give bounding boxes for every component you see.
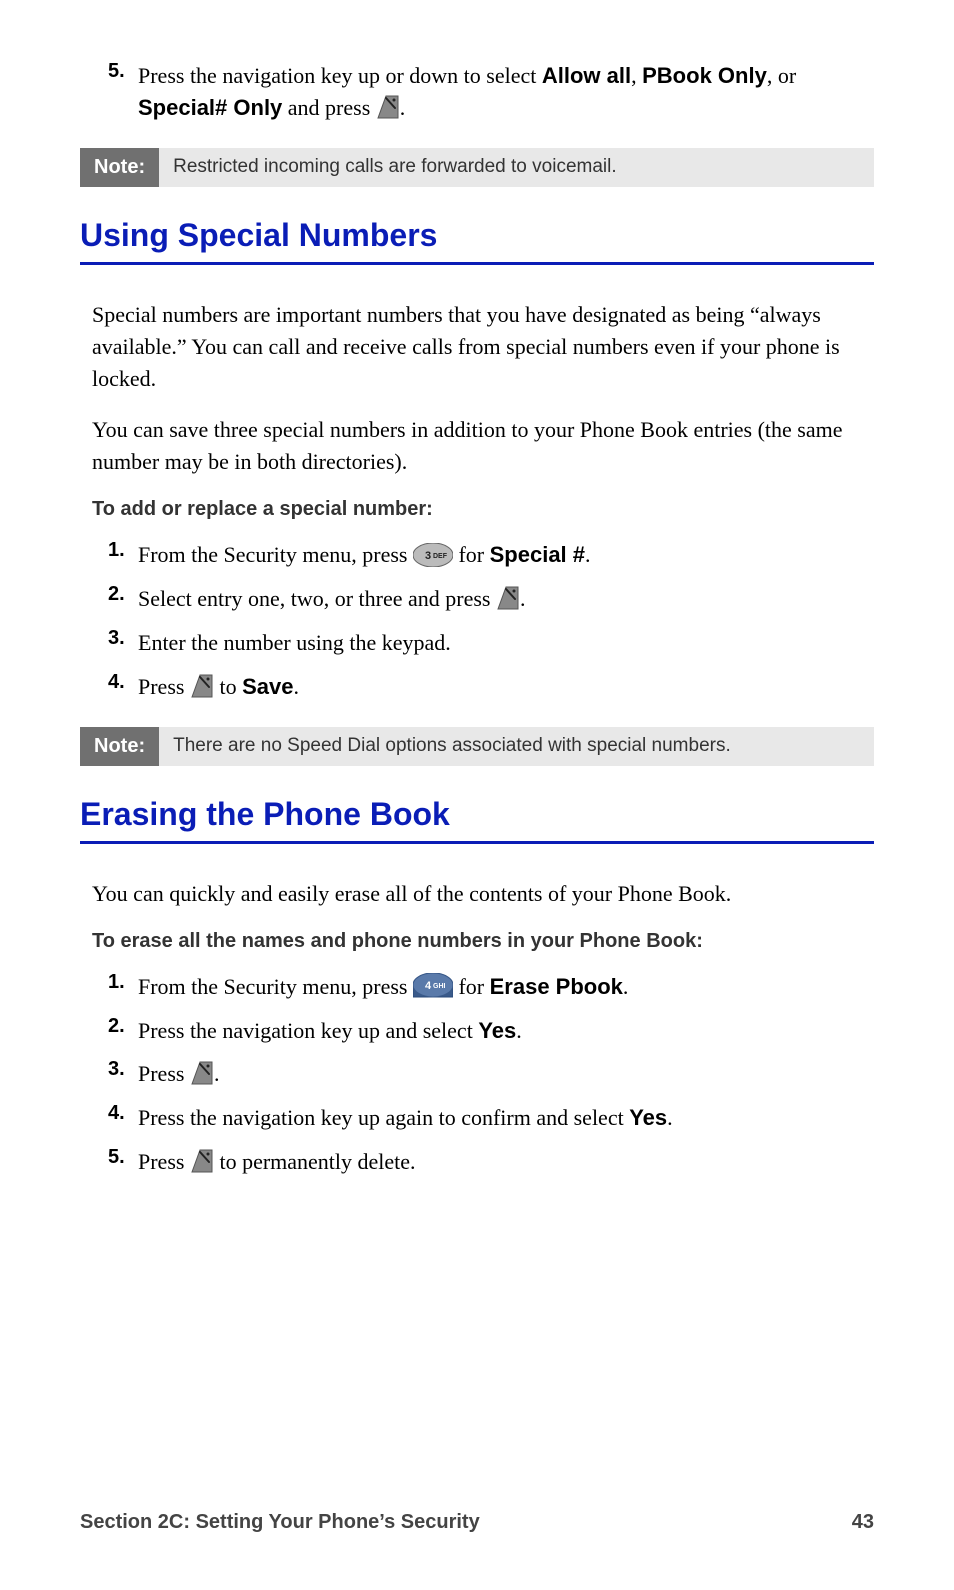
step-number: 3. <box>108 1058 138 1090</box>
key-4-icon <box>413 973 453 999</box>
list-item: 5. Press to permanently delete. <box>80 1146 874 1178</box>
step-text: Enter the number using the keypad. <box>138 627 451 659</box>
page-footer: Section 2C: Setting Your Phone’s Securit… <box>80 1511 874 1534</box>
heading-using-special-numbers: Using Special Numbers <box>80 217 874 265</box>
step-text: From the Security menu, press for Erase … <box>138 971 628 1003</box>
step-text: Press the navigation key up and select Y… <box>138 1015 522 1047</box>
heading-erasing-phone-book: Erasing the Phone Book <box>80 796 874 844</box>
step-text: Press the navigation key up again to con… <box>138 1102 673 1134</box>
note-text: Restricted incoming calls are forwarded … <box>159 148 631 187</box>
footer-page-number: 43 <box>852 1511 874 1534</box>
note-text: There are no Speed Dial options associat… <box>159 727 745 766</box>
step-text: Press . <box>138 1058 219 1090</box>
note-box-1: Note: Restricted incoming calls are forw… <box>80 148 874 187</box>
step-number: 5. <box>108 1146 138 1178</box>
step-number: 1. <box>108 971 138 1003</box>
step-number: 3. <box>108 627 138 659</box>
ok-key-icon <box>190 673 214 699</box>
note-box-2: Note: There are no Speed Dial options as… <box>80 727 874 766</box>
list-item: 3. Enter the number using the keypad. <box>80 627 874 659</box>
list-item: 2. Press the navigation key up and selec… <box>80 1015 874 1047</box>
step-text: Press to permanently delete. <box>138 1146 416 1178</box>
list-item: 1. From the Security menu, press for Era… <box>80 971 874 1003</box>
note-label: Note: <box>80 727 159 766</box>
list-item: 4. Press the navigation key up again to … <box>80 1102 874 1134</box>
note-label: Note: <box>80 148 159 187</box>
step-number: 2. <box>108 1015 138 1047</box>
list-item: 3. Press . <box>80 1058 874 1090</box>
step-number: 4. <box>108 671 138 703</box>
subheading: To add or replace a special number: <box>92 498 862 521</box>
step-number: 5. <box>108 60 138 124</box>
step-number: 2. <box>108 583 138 615</box>
step-number: 4. <box>108 1102 138 1134</box>
list-item: 1. From the Security menu, press for Spe… <box>80 539 874 571</box>
ok-key-icon <box>190 1148 214 1174</box>
step-5-prev: 5. Press the navigation key up or down t… <box>80 60 874 124</box>
paragraph: You can save three special numbers in ad… <box>92 414 862 478</box>
ok-key-icon <box>496 585 520 611</box>
ok-key-icon <box>190 1060 214 1086</box>
paragraph: Special numbers are important numbers th… <box>92 299 862 395</box>
ok-key-icon <box>376 94 400 120</box>
step-number: 1. <box>108 539 138 571</box>
list-item: 2. Select entry one, two, or three and p… <box>80 583 874 615</box>
step-text: Press the navigation key up or down to s… <box>138 60 874 124</box>
step-text: Press to Save. <box>138 671 299 703</box>
step-text: Select entry one, two, or three and pres… <box>138 583 526 615</box>
subheading: To erase all the names and phone numbers… <box>92 930 862 953</box>
footer-section: Section 2C: Setting Your Phone’s Securit… <box>80 1511 480 1534</box>
step-text: From the Security menu, press for Specia… <box>138 539 591 571</box>
list-item: 4. Press to Save. <box>80 671 874 703</box>
paragraph: You can quickly and easily erase all of … <box>92 878 862 910</box>
key-3-icon <box>413 543 453 567</box>
